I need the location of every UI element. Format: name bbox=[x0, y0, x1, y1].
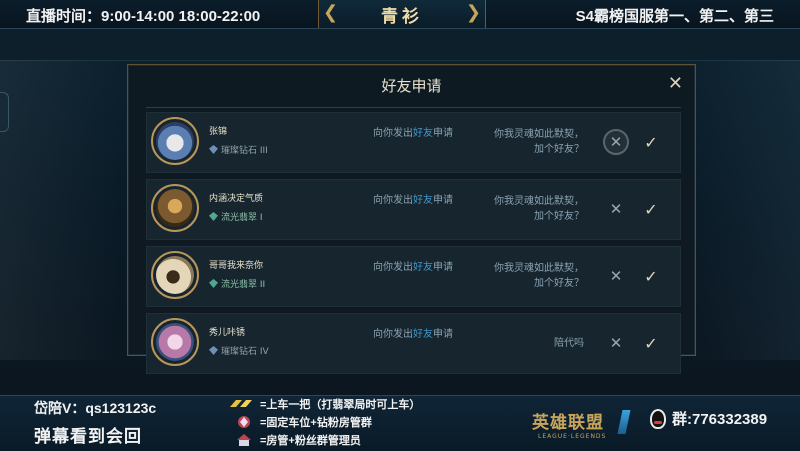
request-message: 你我灵魂如此默契， 加个好友？ bbox=[474, 127, 584, 157]
request-row: 哥哥我来奈你 流光翡翠 II 向你发出好友申请 你我灵魂如此默契， 加个好友？ … bbox=[146, 246, 681, 307]
request-suffix: 申请 bbox=[433, 195, 453, 206]
request-highlight: 好友 bbox=[413, 128, 433, 139]
perk-line: =固定车位+钻粉房管群 bbox=[228, 414, 372, 430]
side-collapse-handle[interactable] bbox=[0, 92, 9, 132]
request-message: 陪代吗 bbox=[474, 336, 584, 351]
requester-name: 内涵决定气质 bbox=[209, 194, 264, 204]
stream-rank-text: S4霸榜国服第一、第二、第三 bbox=[575, 8, 774, 25]
requester-name: 秀儿咔锈 bbox=[209, 328, 246, 338]
perk-line: =房管+粉丝群管理员 bbox=[228, 432, 361, 448]
danmu-note: 弹幕看到会回 bbox=[34, 427, 142, 446]
request-prefix: 向你发出 bbox=[373, 329, 413, 340]
avatar-image bbox=[156, 256, 194, 294]
avatar-image bbox=[156, 323, 194, 361]
message-line: 你我灵魂如此默契， bbox=[494, 129, 584, 140]
request-text: 向你发出好友申请 bbox=[373, 124, 453, 139]
request-highlight: 好友 bbox=[413, 329, 433, 340]
rank-info: 璀璨钻石 IV bbox=[209, 344, 269, 357]
decline-button[interactable]: ✕ bbox=[603, 330, 629, 356]
request-row: 内涵决定气质 流光翡翠 I 向你发出好友申请 你我灵魂如此默契， 加个好友？ ✕… bbox=[146, 179, 681, 240]
request-text: 向你发出好友申请 bbox=[373, 191, 453, 206]
rank-text: 璀璨钻石 III bbox=[221, 146, 268, 156]
qq-group-info: 群:776332389 bbox=[650, 408, 767, 429]
request-row: 秀儿咔锈 璀璨钻石 IV 向你发出好友申请 陪代吗 ✕ ✓ bbox=[146, 313, 681, 374]
divider bbox=[146, 107, 681, 108]
game-top-strip bbox=[0, 30, 800, 61]
logo-en-text: LEAGUE·LEGENDS bbox=[538, 433, 607, 440]
request-message: 你我灵魂如此默契， 加个好友？ bbox=[474, 261, 584, 291]
accept-button[interactable]: ✓ bbox=[638, 129, 664, 155]
request-suffix: 申请 bbox=[433, 329, 453, 340]
logo-cn-text: 英雄联盟 bbox=[532, 413, 604, 432]
rank-emblem-icon bbox=[209, 212, 218, 221]
wechat-contact: 岱陪V：qs123123c bbox=[34, 400, 157, 416]
qq-group-number: 群:776332389 bbox=[672, 411, 768, 428]
rank-text: 璀璨钻石 IV bbox=[221, 347, 269, 357]
accept-button[interactable]: ✓ bbox=[638, 196, 664, 222]
streamer-name-box: ❮ 青衫 ❯ bbox=[318, 0, 486, 28]
stream-schedule: 直播时间：9:00-14:00 18:00-22:00 bbox=[26, 8, 261, 25]
rank-text: 流光翡翠 II bbox=[221, 280, 266, 290]
stream-top-banner: 直播时间：9:00-14:00 18:00-22:00 ❮ 青衫 ❯ S4霸榜国… bbox=[0, 0, 800, 29]
perk-text: =上车一把（打翡翠局时可上车） bbox=[260, 399, 421, 411]
decline-button[interactable]: ✕ bbox=[603, 129, 629, 155]
house-admin-icon bbox=[237, 434, 251, 446]
request-prefix: 向你发出 bbox=[373, 128, 413, 139]
close-button[interactable]: ✕ bbox=[668, 73, 683, 94]
message-line: 加个好友？ bbox=[534, 211, 584, 222]
perk-text: =房管+粉丝群管理员 bbox=[260, 435, 361, 447]
avatar[interactable] bbox=[151, 184, 199, 232]
requester-name: 张锦 bbox=[209, 127, 228, 137]
request-text: 向你发出好友申请 bbox=[373, 325, 453, 340]
message-line: 你我灵魂如此默契， bbox=[494, 263, 584, 274]
message-line: 加个好友？ bbox=[534, 278, 584, 289]
dialog-title: 好友申请 bbox=[381, 78, 442, 95]
message-line: 陪代吗 bbox=[554, 338, 584, 349]
accept-button[interactable]: ✓ bbox=[638, 330, 664, 356]
request-highlight: 好友 bbox=[413, 262, 433, 273]
avatar[interactable] bbox=[151, 117, 199, 165]
qq-penguin-icon bbox=[650, 408, 666, 429]
rank-text: 流光翡翠 I bbox=[221, 213, 263, 223]
request-message: 你我灵魂如此默契， 加个好友？ bbox=[474, 194, 584, 224]
rank-info: 流光翡翠 II bbox=[209, 277, 265, 290]
request-row: 张锦 璀璨钻石 III 向你发出好友申请 你我灵魂如此默契， 加个好友？ ✕ ✓ bbox=[146, 112, 681, 173]
request-suffix: 申请 bbox=[433, 128, 453, 139]
request-prefix: 向你发出 bbox=[373, 195, 413, 206]
avatar[interactable] bbox=[151, 251, 199, 299]
request-prefix: 向你发出 bbox=[373, 262, 413, 273]
rank-info: 流光翡翠 I bbox=[209, 210, 263, 223]
decline-button[interactable]: ✕ bbox=[603, 263, 629, 289]
requester-name: 哥哥我来奈你 bbox=[209, 261, 264, 271]
avatar-image bbox=[156, 189, 194, 227]
message-line: 你我灵魂如此默契， bbox=[494, 196, 584, 207]
perk-line: =上车一把（打翡翠局时可上车） bbox=[228, 396, 420, 412]
game-right-panel bbox=[690, 60, 800, 360]
gold-bars-icon bbox=[230, 400, 252, 407]
chevron-left-icon: ❮ bbox=[323, 2, 339, 23]
avatar-image bbox=[156, 122, 194, 160]
rank-emblem-icon bbox=[209, 279, 218, 288]
request-suffix: 申请 bbox=[433, 262, 453, 273]
rank-emblem-icon bbox=[209, 346, 218, 355]
game-left-panel bbox=[0, 60, 120, 360]
league-of-legends-logo: 英雄联盟 LEAGUE·LEGENDS bbox=[532, 408, 631, 440]
message-line: 加个好友？ bbox=[534, 144, 584, 155]
stream-bottom-banner: 岱陪V：qs123123c 弹幕看到会回 =上车一把（打翡翠局时可上车） =固定… bbox=[0, 395, 800, 451]
request-highlight: 好友 bbox=[413, 195, 433, 206]
diamond-fan-badge-icon bbox=[238, 416, 250, 428]
friend-request-dialog: 好友申请 ✕ 张锦 璀璨钻石 III 向你发出好友申请 你我灵魂如此默契， 加个… bbox=[127, 64, 696, 374]
avatar[interactable] bbox=[151, 318, 199, 366]
rank-info: 璀璨钻石 III bbox=[209, 143, 268, 156]
request-list: 张锦 璀璨钻石 III 向你发出好友申请 你我灵魂如此默契， 加个好友？ ✕ ✓… bbox=[146, 112, 681, 380]
streamer-name: 青衫 bbox=[381, 6, 423, 26]
accept-button[interactable]: ✓ bbox=[638, 263, 664, 289]
decline-button[interactable]: ✕ bbox=[603, 196, 629, 222]
perk-text: =固定车位+钻粉房管群 bbox=[260, 417, 372, 429]
chevron-right-icon: ❯ bbox=[465, 2, 481, 23]
rank-emblem-icon bbox=[209, 145, 218, 154]
request-text: 向你发出好友申请 bbox=[373, 258, 453, 273]
